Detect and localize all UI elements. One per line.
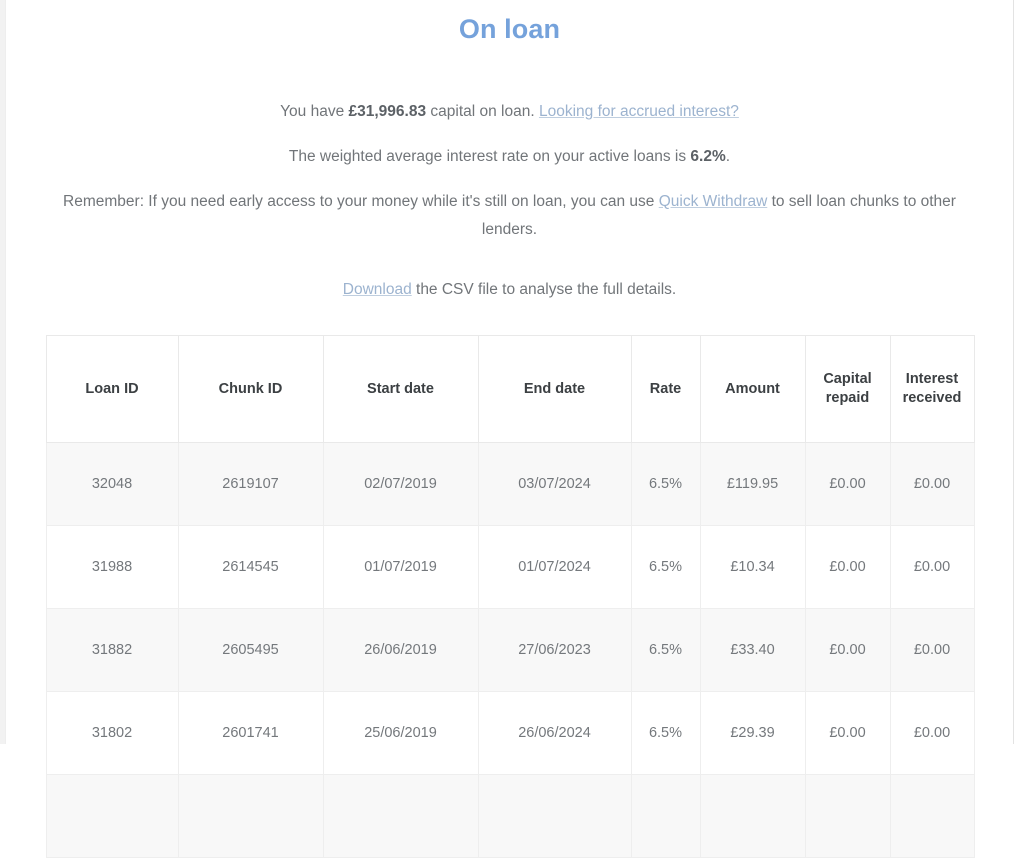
cell-loan-id: 32048 [45, 442, 179, 526]
cell-chunk-id: 2605495 [177, 608, 324, 692]
cell-start-date: 01/07/2019 [322, 525, 479, 609]
cell-end-date [477, 774, 632, 858]
cell-chunk-id [177, 774, 324, 858]
cell-rate: 6.5% [630, 608, 701, 692]
page-right-gutter [1013, 0, 1024, 744]
quick-withdraw-link[interactable]: Quick Withdraw [659, 193, 768, 210]
cell-start-date: 02/07/2019 [322, 442, 479, 526]
csv-download-statement: Download the CSV file to analyse the ful… [46, 276, 974, 304]
cell-start-date: 26/06/2019 [322, 608, 479, 692]
cell-start-date: 25/06/2019 [322, 691, 479, 775]
cell-amount: £33.40 [699, 608, 806, 692]
cell-interest-received: £0.00 [889, 691, 975, 775]
capital-on-loan-amount: £31,996.83 [348, 103, 427, 120]
weighted-rate-suffix: . [725, 148, 731, 165]
cell-chunk-id: 2614545 [177, 525, 324, 609]
cell-end-date: 01/07/2024 [477, 525, 632, 609]
weighted-average-rate-statement: The weighted average interest rate on yo… [46, 143, 974, 171]
cell-loan-id [45, 774, 179, 858]
cell-capital-repaid: £0.00 [804, 442, 891, 526]
cell-rate: 6.5% [630, 442, 701, 526]
cell-interest-received: £0.00 [889, 442, 975, 526]
table-row[interactable] [45, 774, 975, 858]
cell-capital-repaid [804, 774, 891, 858]
cell-amount: £10.34 [699, 525, 806, 609]
cell-capital-repaid: £0.00 [804, 525, 891, 609]
cell-chunk-id: 2601741 [177, 691, 324, 775]
page-title: On loan [458, 14, 561, 44]
download-csv-link[interactable]: Download [343, 281, 412, 298]
weighted-average-rate-value: 6.2% [690, 148, 726, 165]
column-header-amount: Amount [699, 335, 806, 443]
cell-loan-id: 31882 [45, 608, 179, 692]
cell-interest-received: £0.00 [889, 525, 975, 609]
accrued-interest-link[interactable]: Looking for accrued interest? [539, 103, 739, 120]
cell-loan-id: 31988 [45, 525, 179, 609]
capital-statement-suffix: capital on loan. [426, 103, 539, 120]
loans-table-body: 32048 2619107 02/07/2019 03/07/2024 6.5%… [45, 442, 975, 858]
cell-end-date: 26/06/2024 [477, 691, 632, 775]
column-header-end-date: End date [477, 335, 632, 443]
cell-rate: 6.5% [630, 691, 701, 775]
cell-end-date: 03/07/2024 [477, 442, 632, 526]
page-body: On loan You have £31,996.83 capital on l… [6, 0, 1013, 858]
cell-amount: £119.95 [699, 442, 806, 526]
loans-table-container: Loan ID Chunk ID Start date End date Rat… [45, 335, 975, 858]
cell-rate: 6.5% [630, 525, 701, 609]
cell-interest-received [889, 774, 975, 858]
download-statement-suffix: the CSV file to analyse the full details… [411, 281, 677, 298]
cell-loan-id: 31802 [45, 691, 179, 775]
on-loan-table: Loan ID Chunk ID Start date End date Rat… [45, 335, 975, 858]
cell-amount: £29.39 [699, 691, 806, 775]
cell-end-date: 27/06/2023 [477, 608, 632, 692]
browser-viewport: On loan You have £31,996.83 capital on l… [0, 0, 1024, 858]
column-header-loan-id: Loan ID [45, 335, 179, 443]
table-row[interactable]: 31802 2601741 25/06/2019 26/06/2024 6.5%… [45, 691, 975, 775]
cell-chunk-id: 2619107 [177, 442, 324, 526]
cell-capital-repaid: £0.00 [804, 691, 891, 775]
quick-withdraw-reminder: Remember: If you need early access to yo… [46, 188, 974, 244]
table-row[interactable]: 31882 2605495 26/06/2019 27/06/2023 6.5%… [45, 608, 975, 692]
table-header-row: Loan ID Chunk ID Start date End date Rat… [45, 335, 975, 443]
weighted-rate-prefix: The weighted average interest rate on yo… [288, 148, 691, 165]
table-row[interactable]: 31988 2614545 01/07/2019 01/07/2024 6.5%… [45, 525, 975, 609]
cell-interest-received: £0.00 [889, 608, 975, 692]
column-header-chunk-id: Chunk ID [177, 335, 324, 443]
column-header-start-date: Start date [322, 335, 479, 443]
table-row[interactable]: 32048 2619107 02/07/2019 03/07/2024 6.5%… [45, 442, 975, 526]
capital-on-loan-statement: You have £31,996.83 capital on loan. Loo… [46, 98, 974, 126]
cell-amount [699, 774, 806, 858]
cell-start-date [322, 774, 479, 858]
content-container: On loan You have £31,996.83 capital on l… [45, 0, 975, 858]
cell-capital-repaid: £0.00 [804, 608, 891, 692]
reminder-prefix: Remember: If you need early access to yo… [63, 193, 659, 210]
loans-table-head: Loan ID Chunk ID Start date End date Rat… [45, 335, 975, 443]
cell-rate [630, 774, 701, 858]
column-header-interest-received: Interest received [889, 335, 975, 443]
capital-statement-prefix: You have [280, 103, 349, 120]
column-header-rate: Rate [630, 335, 701, 443]
column-header-capital-repaid: Capital repaid [804, 335, 891, 443]
